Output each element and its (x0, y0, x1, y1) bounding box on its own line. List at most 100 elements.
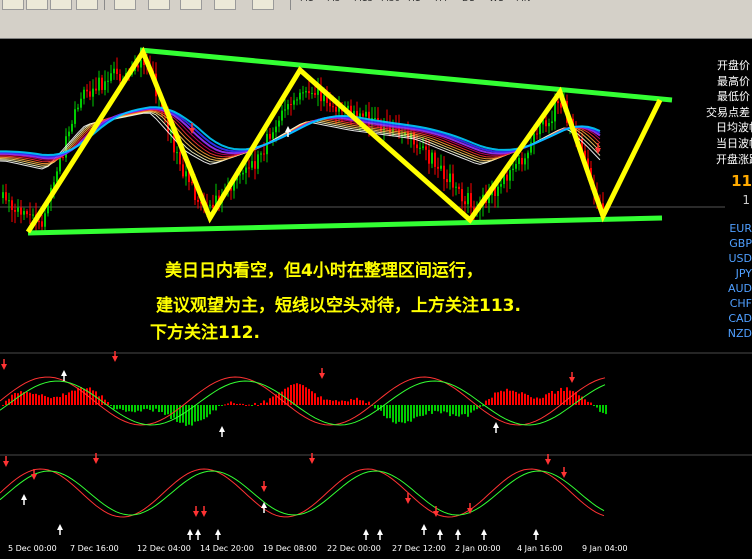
zoom-out-button[interactable] (50, 0, 72, 10)
templates-button[interactable] (214, 0, 236, 10)
macd-histogram-bar (62, 393, 64, 405)
osc-buy-arrow (57, 524, 63, 530)
macd-histogram-bar (326, 399, 328, 405)
info-label: 开盘涨跌 (716, 152, 752, 166)
autoscroll-button[interactable] (148, 0, 170, 10)
candle-body (533, 133, 535, 143)
macd-histogram-bar (218, 405, 220, 406)
timeframe-m5[interactable]: M5 (327, 0, 341, 4)
macd-histogram-bar (344, 400, 346, 405)
macd-panel (0, 352, 752, 426)
timeframe-m1[interactable]: M1 (300, 0, 314, 4)
macd-histogram-bar (413, 405, 415, 419)
timeframe-m15[interactable]: M15 (354, 0, 373, 4)
macd-histogram-bar (449, 405, 451, 417)
candle-body (458, 186, 460, 189)
candle-body (260, 153, 262, 155)
macd-histogram-bar (356, 397, 358, 405)
macd-histogram-bar (515, 391, 517, 405)
osc-buy-arrow (261, 502, 267, 508)
candle-body (461, 188, 463, 202)
macd-histogram-bar (122, 405, 124, 411)
candle-body (71, 123, 73, 132)
candle-body (83, 89, 85, 99)
macd-histogram-bar (560, 387, 562, 405)
macd-histogram-bar (464, 405, 466, 415)
macd-histogram-bar (215, 405, 217, 411)
candle-body (428, 149, 430, 164)
macd-histogram-bar (116, 405, 118, 410)
date-tick-label: 4 Jan 16:00 (517, 544, 563, 553)
candle-body (107, 80, 109, 82)
macd-histogram-bar (500, 390, 502, 405)
candle-body (119, 73, 121, 81)
currency-symbol[interactable]: CHF (730, 297, 752, 310)
macd-histogram-bar (308, 388, 310, 405)
currency-symbol[interactable]: GBP (729, 237, 752, 250)
candle-body (137, 65, 139, 68)
currency-symbol[interactable]: AUD (728, 282, 752, 295)
macd-histogram-bar (212, 405, 214, 411)
timeframe-w1[interactable]: W1 (489, 0, 504, 4)
candle-body (293, 100, 295, 105)
macd-histogram-bar (77, 387, 79, 405)
currency-symbol[interactable]: JPY (736, 267, 752, 280)
currency-symbol[interactable]: USD (728, 252, 752, 265)
tile-windows-button[interactable] (76, 0, 98, 10)
toolbar-separator (290, 0, 291, 10)
macd-histogram-bar (155, 405, 157, 409)
macd-histogram-bar (272, 396, 274, 405)
macd-histogram-bar (536, 397, 538, 405)
osc-sell-arrow (309, 458, 315, 464)
buy-arrow (285, 126, 291, 132)
macd-buy-arrow (219, 426, 225, 432)
currency-symbol[interactable]: NZD (728, 327, 752, 340)
macd-histogram-bar (455, 405, 457, 416)
zoom-in-button[interactable] (26, 0, 48, 10)
candle-body (62, 156, 64, 158)
candle-body (26, 211, 28, 215)
resistance-trendline (139, 47, 673, 103)
macd-histogram-bar (29, 392, 31, 405)
macd-histogram-bar (593, 405, 595, 406)
macd-histogram-bar (107, 402, 109, 405)
timeframe-mn[interactable]: MN (516, 0, 531, 4)
bid-price: 11 (731, 172, 752, 190)
chart-shift-button[interactable] (114, 0, 136, 10)
candle-body (365, 111, 367, 117)
timeframe-m30[interactable]: M30 (381, 0, 400, 4)
macd-histogram-bar (545, 394, 547, 405)
currency-symbol[interactable]: CAD (728, 312, 752, 325)
macd-sell-arrow (1, 364, 7, 370)
macd-histogram-bar (440, 405, 442, 414)
macd-histogram-bar (113, 405, 115, 410)
price-candles (2, 50, 604, 233)
osc-sell-arrow (433, 511, 439, 517)
candle-body (299, 92, 301, 100)
candle-body (302, 92, 304, 94)
macd-histogram-bar (59, 397, 61, 405)
macd-histogram-bar (152, 405, 154, 412)
candle-body (8, 200, 10, 202)
osc-buy-arrow (195, 529, 201, 535)
candle-body (500, 184, 502, 187)
add-indicator-button[interactable] (180, 0, 202, 10)
timeframe-h4[interactable]: H4 (435, 0, 448, 4)
candle-body (374, 118, 376, 120)
candle-body (95, 88, 97, 91)
candle-body (41, 221, 43, 227)
macd-histogram-bar (263, 400, 265, 405)
crosshair-button[interactable] (2, 0, 24, 10)
macd-histogram-bar (101, 395, 103, 405)
candle-body (44, 213, 46, 227)
candle-body (68, 131, 70, 137)
periods-button[interactable] (252, 0, 274, 10)
timeframe-h1[interactable]: H1 (408, 0, 421, 4)
macd-histogram-bar (554, 393, 556, 405)
currency-symbol[interactable]: EUR (729, 222, 752, 235)
timeframe-d1[interactable]: D1 (462, 0, 475, 4)
candle-body (89, 91, 91, 97)
candle-body (443, 165, 445, 180)
candle-body (113, 68, 115, 74)
candle-body (431, 152, 433, 164)
